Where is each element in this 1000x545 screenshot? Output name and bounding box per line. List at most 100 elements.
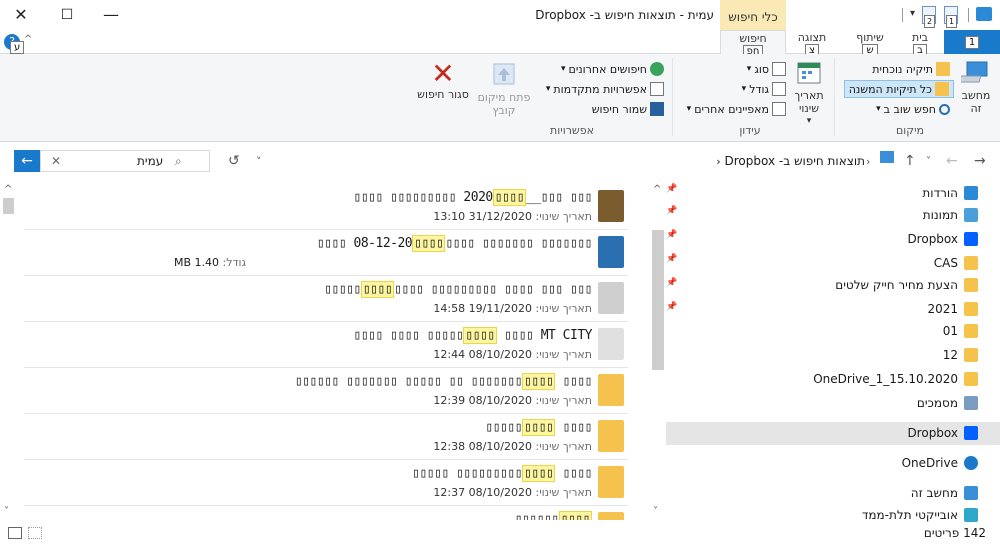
save-icon [650, 102, 664, 116]
open-location-icon [493, 63, 515, 85]
nav-item[interactable]: 2021 [927, 298, 978, 320]
tab-search[interactable]: חיפוש חפ [720, 30, 786, 58]
date-modified-value: 19/11/2020 14:58 [433, 302, 533, 315]
result-row[interactable]: ▯▯▯ ▯▯▯__▯▯▯▯2020 ▯▯▯▯▯▯▯▯▯ ▯▯▯▯ תאריך ש… [24, 184, 628, 230]
3d-objects-icon [964, 508, 978, 522]
size-label: גודל [749, 82, 769, 96]
address-path[interactable]: תוצאות חיפוש ב- Dropbox ‹ [700, 150, 865, 172]
current-folder-button[interactable]: תיקיה נוכחית [872, 60, 950, 78]
other-properties-button[interactable]: מאפיינים אחרים ▾ [687, 100, 786, 118]
pin-icon[interactable]: 📌 [666, 278, 677, 288]
nav-item[interactable]: מסמכים [917, 392, 978, 414]
pin-icon[interactable]: 📌 [666, 302, 677, 312]
nav-item[interactable]: אובייקטי תלת-ממד [862, 504, 978, 522]
result-size: גודל: 1.40 MB [174, 256, 246, 269]
nav-item[interactable]: 12 [943, 344, 978, 366]
date-modified-label: תאריך שינוי: [535, 486, 592, 499]
result-row[interactable]: ▯▯▯ ▯▯▯ ▯▯▯▯ ▯▯▯▯▯▯▯▯▯ ▯▯▯▯▯▯▯▯▯▯▯▯▯ תאר… [24, 276, 628, 322]
forward-icon[interactable]: ← [946, 153, 958, 169]
nav-item[interactable]: 01 [943, 320, 978, 342]
search-field[interactable]: ✕ ⌕ עמית [40, 150, 210, 172]
result-row[interactable]: ▯▯▯▯▯▯▯▯▯▯ [24, 506, 628, 520]
all-subfolders-label: כל תיקיות המשנה [848, 82, 932, 96]
folder-icon [964, 256, 978, 270]
maximize-button[interactable]: ☐ [52, 4, 82, 26]
nav-item[interactable]: Dropbox [907, 422, 978, 444]
nav-item[interactable]: OneDrive_1_15.10.2020 [813, 368, 978, 390]
back-icon[interactable]: → [974, 153, 986, 169]
nav-item[interactable]: מחשב זה [911, 482, 978, 504]
up-icon[interactable]: ↑ [904, 153, 916, 169]
ribbon-collapse-icon[interactable]: ^ [24, 34, 32, 45]
breadcrumb-chevron-icon: ‹ [716, 155, 721, 168]
clear-search-icon[interactable]: ✕ [51, 151, 61, 171]
search-again-button[interactable]: חפש שוב ב ▾ [876, 100, 950, 118]
nav-scrollbar[interactable]: ^ ˅ [650, 182, 666, 520]
large-icons-view-icon[interactable] [28, 527, 42, 539]
result-row[interactable]: ▯▯▯▯ ▯▯▯▯▯▯▯▯▯▯▯▯▯ ▯▯▯▯▯ תאריך שינוי: 08… [24, 460, 628, 506]
refresh-icon[interactable]: ↺ [228, 153, 240, 169]
result-title: ▯▯▯ ▯▯▯__▯▯▯▯2020 ▯▯▯▯▯▯▯▯▯ ▯▯▯▯ [354, 189, 592, 206]
date-modified-button[interactable]: תאריך שינוי ▾ [788, 60, 830, 128]
dropdown-arrow-icon: ▾ [545, 84, 551, 94]
title-text: ▯▯▯ ▯▯▯ ▯▯▯▯ ▯▯▯▯▯▯▯▯▯ ▯▯▯▯ [394, 282, 592, 297]
dropdown-arrow-icon: ▾ [806, 116, 812, 126]
nav-item-label: CAS [933, 256, 958, 270]
date-modified-label: תאריך שינוי: [535, 302, 592, 315]
kind-button[interactable]: סוג ▾ [747, 60, 786, 78]
details-view-icon[interactable] [8, 527, 22, 539]
date-modified-label: תאריך שינוי [794, 89, 824, 115]
group-separator [834, 58, 835, 136]
search-input[interactable]: עמית [137, 151, 163, 171]
tab-file[interactable]: 1 [944, 30, 1000, 54]
recent-locations-icon[interactable]: ˅ [926, 156, 931, 167]
tab-view[interactable]: תצוגה צ [790, 32, 834, 57]
tab-share[interactable]: שיתוף ש [848, 32, 892, 57]
folder-icon [964, 348, 978, 362]
close-button[interactable]: ✕ [6, 4, 36, 26]
nav-item[interactable]: Dropbox [907, 228, 978, 250]
scroll-up-icon[interactable]: ^ [653, 184, 661, 195]
all-subfolders-button[interactable]: כל תיקיות המשנה [843, 80, 954, 98]
tab-home[interactable]: בית ב [900, 32, 940, 57]
size-button[interactable]: גודל ▾ [742, 80, 786, 98]
status-bar: 142 פריטים [0, 522, 1000, 545]
nav-item[interactable]: תמונות [923, 204, 978, 226]
new-folder-icon[interactable]: 2 [922, 6, 936, 28]
result-row[interactable]: ▯▯▯▯ ▯▯▯▯▯▯▯▯▯ תאריך שינוי: 08/10/2020 1… [24, 414, 628, 460]
pin-icon[interactable]: 📌 [666, 230, 677, 240]
pin-icon[interactable]: 📌 [666, 184, 677, 194]
dropdown-arrow-icon: ▾ [741, 84, 747, 94]
this-pc-button[interactable]: מחשב זה [956, 60, 996, 115]
ribbon-tab-strip: בית ב שיתוף ש תצוגה צ חיפוש חפ [0, 30, 1000, 58]
nav-item[interactable]: הורדות [922, 182, 978, 204]
minimize-button[interactable]: — [96, 4, 126, 26]
qa-customize-icon[interactable]: ▾ [910, 8, 915, 19]
address-bar-row: → ← ˅ ↑ › תוצאות חיפוש ב- Dropbox ‹ ˅ ↺ … [0, 142, 1000, 180]
pin-icon[interactable]: 📌 [666, 206, 677, 216]
close-search-button[interactable]: ✕ סגור חיפוש [414, 60, 472, 102]
pin-icon[interactable]: 📌 [666, 254, 677, 264]
address-dropdown-icon[interactable]: ˅ [256, 155, 262, 168]
nav-item[interactable]: הצעת מחיר חייק שלטים [835, 274, 978, 296]
advanced-options-icon [650, 82, 664, 96]
navigation-pane: הורדות תמונות Dropbox CAS הצעת מחיר חייק שלט… [666, 182, 1000, 522]
nav-item-label: מחשב זה [910, 486, 958, 500]
breadcrumb-path: תוצאות חיפוש ב- Dropbox [724, 154, 865, 168]
title-text: ▯▯▯▯▯▯ [514, 512, 559, 520]
open-file-location-button[interactable]: פתח מיקום קובץ [474, 60, 534, 117]
pictures-icon [964, 208, 978, 222]
search-go-button[interactable]: ← [14, 150, 40, 172]
advanced-options-button[interactable]: אפשרויות מתקדמות ▾ [546, 80, 664, 98]
nav-item[interactable]: CAS [934, 252, 978, 274]
result-row[interactable]: ▯▯▯▯ ▯▯▯▯▯▯▯▯▯▯▯ ▯▯ ▯▯▯▯▯ ▯▯▯▯▯▯▯ ▯▯▯▯▯▯… [24, 368, 628, 414]
scroll-down-icon[interactable]: ˅ [653, 506, 658, 517]
size-label: גודל: [222, 256, 247, 269]
result-row[interactable]: ▯▯▯▯▯▯▯ ▯▯▯▯▯▯▯ ▯▯▯▯▯▯▯▯08-12-20 ▯▯▯▯ גו… [24, 230, 628, 276]
scroll-thumb[interactable] [652, 230, 664, 370]
properties-icon[interactable]: 1 [944, 6, 958, 28]
recent-searches-button[interactable]: חיפושים אחרונים ▾ [561, 60, 664, 78]
save-search-button[interactable]: שמור חיפוש [592, 100, 664, 118]
result-row[interactable]: MT CITY ▯▯▯▯ ▯▯▯▯▯▯▯▯▯ ▯▯▯▯ ▯▯▯▯ תאריך ש… [24, 322, 628, 368]
nav-item[interactable]: OneDrive [902, 452, 978, 474]
